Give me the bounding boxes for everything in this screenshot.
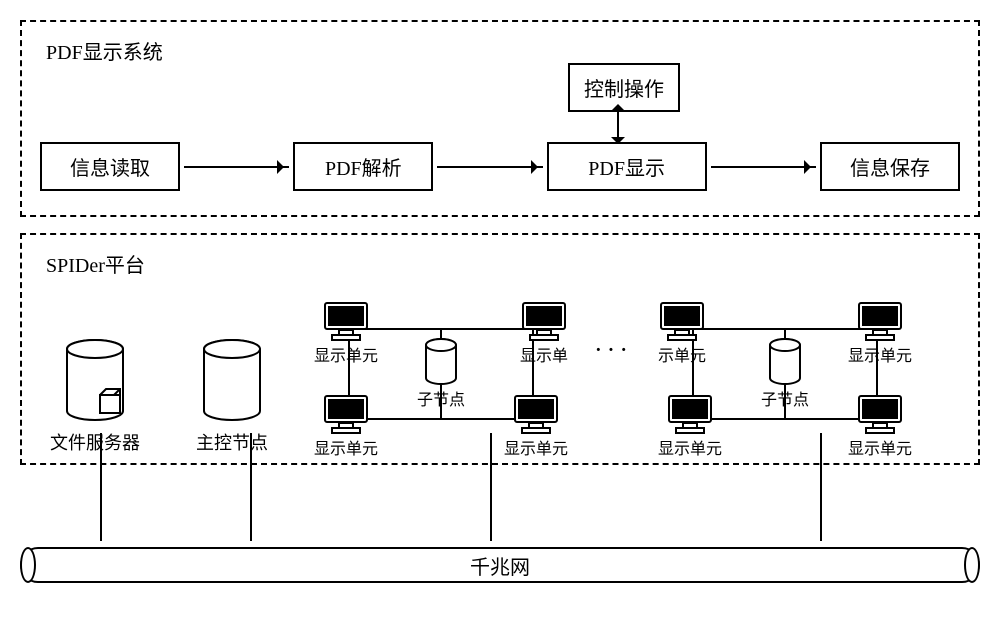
network-link-area: 千兆网	[20, 473, 980, 583]
step-pdf-parse: PDF解析	[293, 142, 433, 191]
network-link	[250, 433, 252, 541]
master-node: 主控节点	[196, 339, 268, 455]
monitor-icon	[856, 393, 904, 435]
pdf-system-inner: 控制操作 信息读取 PDF解析 PDF显示 信息保存	[40, 67, 960, 197]
file-server-label: 文件服务器	[50, 429, 140, 455]
monitor-icon	[322, 393, 370, 435]
bidirectional-arrow	[617, 107, 619, 141]
display-unit: 显示单元	[314, 393, 378, 459]
network-link	[100, 433, 102, 541]
step-info-save-label: 信息保存	[850, 158, 930, 180]
master-node-label: 主控节点	[196, 429, 268, 455]
pdf-system-title: PDF显示系统	[40, 34, 169, 67]
cluster-1: 子节点 显示单元 显示单 显示单元 显示单元	[316, 300, 566, 455]
gigabit-network: 千兆网	[20, 547, 980, 583]
spider-platform-box: SPIDer平台 文件服务器 主控节点	[20, 233, 980, 465]
file-server-node: 文件服务器	[50, 339, 140, 455]
display-unit-label: 显示单元	[848, 342, 912, 366]
server-icon	[424, 338, 458, 388]
display-unit: 显示单元	[504, 393, 568, 459]
server-icon	[768, 338, 802, 388]
display-unit: 示单元	[658, 300, 706, 366]
display-unit-label: 示单元	[658, 342, 706, 366]
step-pdf-parse-label: PDF解析	[325, 158, 402, 180]
sub-node: 子节点	[417, 338, 465, 410]
monitor-icon	[666, 393, 714, 435]
arrow-icon	[711, 166, 816, 168]
sub-node-label: 子节点	[761, 386, 809, 410]
network-label: 千兆网	[470, 551, 530, 580]
step-info-read-label: 信息读取	[70, 158, 150, 180]
display-unit: 显示单元	[848, 393, 912, 459]
sub-node: 子节点	[761, 338, 809, 410]
arrow-icon	[437, 166, 542, 168]
display-unit: 显示单元	[848, 300, 912, 366]
sub-node-label: 子节点	[417, 386, 465, 410]
display-unit-label: 显示单元	[848, 435, 912, 459]
display-unit: 显示单	[520, 300, 568, 366]
step-info-read: 信息读取	[40, 142, 180, 191]
server-icon	[201, 339, 263, 425]
spider-platform-title: SPIDer平台	[40, 247, 151, 280]
pipe-cap-icon	[964, 547, 980, 583]
server-icon	[64, 339, 126, 425]
display-unit-label: 显示单元	[314, 435, 378, 459]
flow-row: 信息读取 PDF解析 PDF显示 信息保存	[40, 142, 960, 191]
cluster-2: 子节点 示单元 显示单元 显示单元 显示单元	[660, 300, 910, 455]
pipe-cap-icon	[20, 547, 36, 583]
display-unit: 显示单元	[658, 393, 722, 459]
monitor-icon	[322, 300, 370, 342]
display-unit: 显示单元	[314, 300, 378, 366]
ellipsis: ···	[594, 335, 632, 405]
network-link	[820, 433, 822, 541]
arrow-icon	[184, 166, 289, 168]
platform-inner: 文件服务器 主控节点	[40, 280, 960, 455]
network-link	[490, 433, 492, 541]
step-pdf-display: PDF显示	[547, 142, 707, 191]
monitor-icon	[658, 300, 706, 342]
monitor-icon	[856, 300, 904, 342]
monitor-icon	[512, 393, 560, 435]
display-unit-label: 显示单元	[504, 435, 568, 459]
display-unit-label: 显示单	[520, 342, 568, 366]
pdf-system-box: PDF显示系统 控制操作 信息读取 PDF解析 PDF显示 信息保存	[20, 20, 980, 217]
step-info-save: 信息保存	[820, 142, 960, 191]
display-unit-label: 显示单元	[314, 342, 378, 366]
monitor-icon	[520, 300, 568, 342]
step-pdf-display-label: PDF显示	[588, 158, 665, 180]
display-unit-label: 显示单元	[658, 435, 722, 459]
